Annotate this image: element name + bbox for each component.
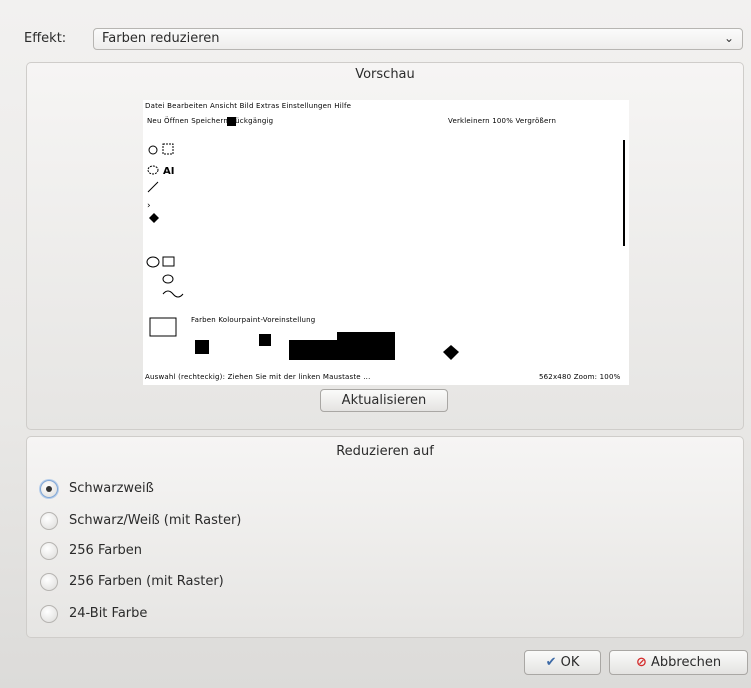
preview-status-right: 562x480 Zoom: 100% xyxy=(539,373,621,381)
preview-shape xyxy=(443,345,459,360)
radio-label-schwarzweiss[interactable]: Schwarzweiß xyxy=(69,481,154,496)
radio-label-24bit[interactable]: 24-Bit Farbe xyxy=(69,606,147,621)
reduce-colors-dialog: Effekt: Farben reduzieren ⌄ Vorschau Dat… xyxy=(0,0,751,688)
ok-button[interactable]: ✔ OK xyxy=(524,650,601,675)
lasso-tool-icon xyxy=(148,145,158,155)
check-icon: ✔ xyxy=(545,655,557,670)
line-tool-icon xyxy=(147,181,159,193)
radio-256-farben[interactable] xyxy=(40,542,58,560)
preview-bg-color xyxy=(259,334,271,346)
preview-palette-label: Farben Kolourpaint-Voreinstellung xyxy=(191,316,316,324)
effect-combobox[interactable]: Farben reduzieren ⌄ xyxy=(93,28,743,50)
fill-tool-icon xyxy=(149,213,159,223)
round-rect-icon xyxy=(162,274,174,284)
text-tool-icon: AI xyxy=(163,166,174,177)
effect-label: Effekt: xyxy=(24,31,67,46)
ellipse-select-icon xyxy=(147,165,159,175)
reduce-title: Reduzieren auf xyxy=(336,444,434,459)
preview-toolbar-right: Verkleinern 100% Vergrößern xyxy=(448,117,557,125)
preview-fg-color xyxy=(195,340,209,354)
cancel-button[interactable]: ⊘ Abbrechen xyxy=(609,650,748,675)
ellipse-tool-icon xyxy=(146,256,160,268)
rect-select-icon xyxy=(162,143,174,155)
radio-dot xyxy=(46,486,52,492)
cancel-button-label: Abbrechen xyxy=(650,655,722,670)
text-toolbar-icon xyxy=(149,317,177,337)
preview-swatch-2 xyxy=(337,332,367,360)
rect-tool-icon xyxy=(162,256,175,267)
radio-256-farben-raster[interactable] xyxy=(40,573,58,591)
radio-label-256-farben-raster[interactable]: 256 Farben (mit Raster) xyxy=(69,574,224,589)
preview-toolbar-left: Neu Öffnen Speichern Rückgängig xyxy=(147,117,274,125)
curve-tool-icon xyxy=(162,290,184,298)
radio-24bit[interactable] xyxy=(40,605,58,623)
refresh-button-label: Aktualisieren xyxy=(341,393,427,408)
preview-menubar: Datei Bearbeiten Ansicht Bild Extras Ein… xyxy=(145,102,352,110)
preview-title: Vorschau xyxy=(355,67,415,82)
preview-image: Datei Bearbeiten Ansicht Bild Extras Ein… xyxy=(143,100,629,385)
effect-value: Farben reduzieren xyxy=(102,31,220,46)
chevron-down-icon: ⌄ xyxy=(723,31,734,45)
cancel-icon: ⊘ xyxy=(635,655,647,670)
preview-swatch-1 xyxy=(289,340,337,360)
radio-label-schwarzweiss-raster[interactable]: Schwarz/Weiß (mit Raster) xyxy=(69,513,241,528)
save-icon xyxy=(227,117,236,126)
radio-schwarzweiss[interactable] xyxy=(40,480,58,498)
color-picker-icon: › xyxy=(147,201,151,211)
refresh-button[interactable]: Aktualisieren xyxy=(320,389,448,412)
preview-status-left: Auswahl (rechteckig): Ziehen Sie mit der… xyxy=(145,373,371,381)
radio-label-256-farben[interactable]: 256 Farben xyxy=(69,543,142,558)
radio-schwarzweiss-raster[interactable] xyxy=(40,512,58,530)
preview-swatch-3 xyxy=(367,332,395,360)
ok-button-label: OK xyxy=(560,655,580,670)
